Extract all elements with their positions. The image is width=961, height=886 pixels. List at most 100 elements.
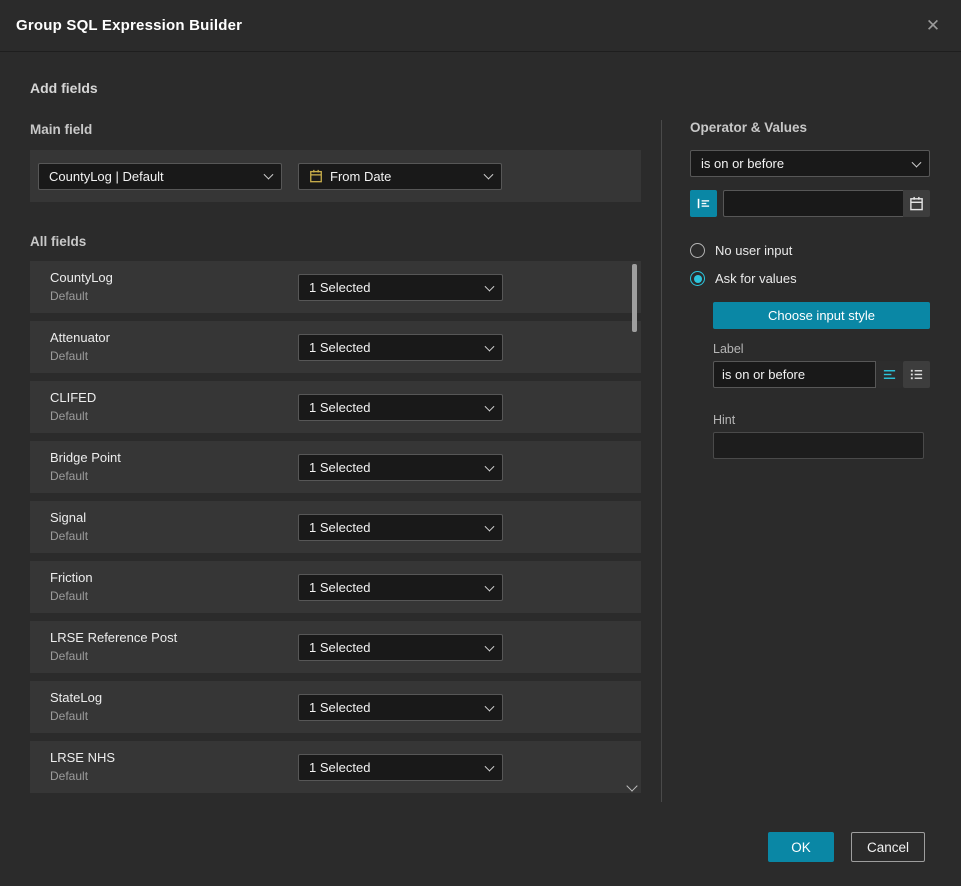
hint-label: Hint: [713, 413, 930, 427]
label-input[interactable]: [713, 361, 876, 388]
ok-button[interactable]: OK: [768, 832, 834, 862]
field-sublabel: Default: [50, 289, 88, 303]
add-fields-heading: Add fields: [30, 80, 98, 96]
chevron-down-icon: [485, 701, 495, 711]
field-row: Signal Default 1 Selected: [30, 501, 641, 553]
operator-select-value: is on or before: [701, 156, 784, 171]
chevron-down-icon: [264, 170, 274, 180]
radio-circle-checked[interactable]: [690, 271, 705, 286]
field-name: LRSE Reference Post: [50, 630, 177, 645]
field-selection-select[interactable]: 1 Selected: [298, 754, 503, 781]
field-row: Bridge Point Default 1 Selected: [30, 441, 641, 493]
chevron-down-icon: [485, 401, 495, 411]
field-row: StateLog Default 1 Selected: [30, 681, 641, 733]
main-field-heading: Main field: [30, 122, 641, 137]
field-row: CountyLog Default 1 Selected: [30, 261, 641, 313]
text-input-style-icon[interactable]: [876, 361, 903, 388]
chevron-down-icon: [485, 761, 495, 771]
radio-no-user-input-label: No user input: [715, 243, 792, 258]
field-selection-value: 1 Selected: [309, 700, 370, 715]
scrollbar-thumb[interactable]: [632, 264, 637, 332]
field-row: Friction Default 1 Selected: [30, 561, 641, 613]
main-field-row: CountyLog | Default From Date: [30, 150, 641, 202]
field-selection-value: 1 Selected: [309, 400, 370, 415]
value-input[interactable]: [723, 190, 903, 217]
chevron-down-icon: [912, 157, 922, 167]
label-label: Label: [713, 342, 930, 356]
operator-select[interactable]: is on or before: [690, 150, 930, 177]
chevron-down-icon: [485, 581, 495, 591]
hint-input[interactable]: [713, 432, 924, 459]
field-row: CLIFED Default 1 Selected: [30, 381, 641, 433]
close-icon[interactable]: ✕: [919, 12, 947, 40]
dialog-titlebar: Group SQL Expression Builder ✕: [0, 0, 961, 52]
field-selection-select[interactable]: 1 Selected: [298, 514, 503, 541]
fields-panel: Main field CountyLog | Default From Date…: [30, 122, 641, 801]
chevron-down-icon: [485, 281, 495, 291]
field-name: LRSE NHS: [50, 750, 115, 765]
field-sublabel: Default: [50, 409, 88, 423]
cancel-button[interactable]: Cancel: [851, 832, 925, 862]
field-sublabel: Default: [50, 589, 88, 603]
label-row: [713, 361, 930, 388]
user-input-radio-group: No user input Ask for values: [690, 243, 930, 286]
scroll-down-icon[interactable]: [624, 780, 640, 796]
field-sublabel: Default: [50, 529, 88, 543]
field-name: CountyLog: [50, 270, 113, 285]
all-fields-list: CountyLog Default 1 Selected Attenuator …: [30, 261, 641, 793]
value-row: [690, 190, 930, 217]
field-selection-select[interactable]: 1 Selected: [298, 394, 503, 421]
chevron-down-icon: [485, 341, 495, 351]
field-selection-value: 1 Selected: [309, 280, 370, 295]
field-selection-value: 1 Selected: [309, 520, 370, 535]
layer-select-value: CountyLog | Default: [49, 169, 164, 184]
chevron-down-icon: [485, 461, 495, 471]
field-name: Signal: [50, 510, 86, 525]
field-sublabel: Default: [50, 769, 88, 783]
field-selection-select[interactable]: 1 Selected: [298, 694, 503, 721]
all-fields-heading: All fields: [30, 234, 641, 249]
field-name: Bridge Point: [50, 450, 121, 465]
field-selection-value: 1 Selected: [309, 340, 370, 355]
dialog-title: Group SQL Expression Builder: [16, 17, 242, 34]
field-row: LRSE NHS Default 1 Selected: [30, 741, 641, 793]
field-row: LRSE Reference Post Default 1 Selected: [30, 621, 641, 673]
radio-circle[interactable]: [690, 243, 705, 258]
field-selection-value: 1 Selected: [309, 760, 370, 775]
date-field-select[interactable]: From Date: [298, 163, 502, 190]
radio-ask-for-values-label: Ask for values: [715, 271, 797, 286]
date-picker-icon[interactable]: [903, 190, 930, 217]
field-name: StateLog: [50, 690, 102, 705]
operator-values-heading: Operator & Values: [690, 120, 930, 135]
dialog-footer: OK Cancel: [768, 832, 925, 862]
field-selection-value: 1 Selected: [309, 580, 370, 595]
operator-values-panel: Operator & Values is on or before: [690, 120, 930, 459]
list-input-style-icon[interactable]: [903, 361, 930, 388]
field-selection-select[interactable]: 1 Selected: [298, 274, 503, 301]
field-sublabel: Default: [50, 349, 88, 363]
field-sublabel: Default: [50, 469, 88, 483]
calendar-icon: [309, 169, 323, 183]
field-selection-value: 1 Selected: [309, 460, 370, 475]
field-row: Attenuator Default 1 Selected: [30, 321, 641, 373]
field-selection-select[interactable]: 1 Selected: [298, 574, 503, 601]
chevron-down-icon: [484, 170, 494, 180]
vertical-divider: [661, 120, 662, 802]
choose-input-style-button[interactable]: Choose input style: [713, 302, 930, 329]
chevron-down-icon: [485, 521, 495, 531]
field-selection-select[interactable]: 1 Selected: [298, 454, 503, 481]
field-name: Friction: [50, 570, 93, 585]
field-selection-value: 1 Selected: [309, 640, 370, 655]
field-selection-select[interactable]: 1 Selected: [298, 634, 503, 661]
chevron-down-icon: [485, 641, 495, 651]
ask-for-values-options: Choose input style Label: [713, 299, 930, 459]
field-name: CLIFED: [50, 390, 96, 405]
field-sublabel: Default: [50, 649, 88, 663]
field-selection-select[interactable]: 1 Selected: [298, 334, 503, 361]
field-name: Attenuator: [50, 330, 110, 345]
input-mode-icon[interactable]: [690, 190, 717, 217]
radio-no-user-input[interactable]: No user input: [690, 243, 930, 258]
radio-ask-for-values[interactable]: Ask for values: [690, 271, 930, 286]
layer-select[interactable]: CountyLog | Default: [38, 163, 282, 190]
field-sublabel: Default: [50, 709, 88, 723]
